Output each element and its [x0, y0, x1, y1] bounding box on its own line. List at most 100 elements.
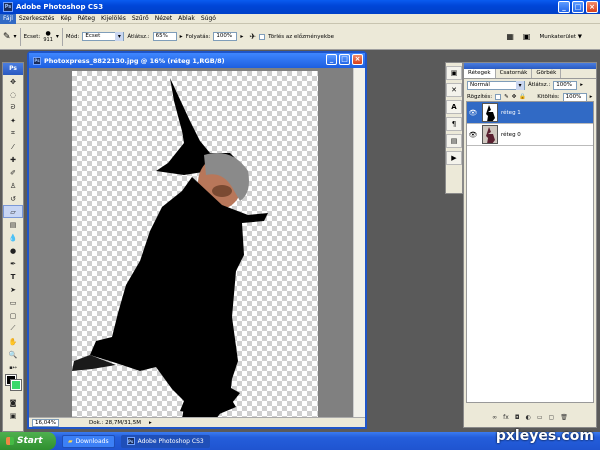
- move-tool-icon[interactable]: ✥: [3, 75, 23, 88]
- magic-wand-tool-icon[interactable]: ✦: [3, 114, 23, 127]
- menu-layer[interactable]: Réteg: [75, 14, 98, 24]
- hand-tool-icon[interactable]: ✋: [3, 335, 23, 348]
- menu-filter[interactable]: Szűrő: [129, 14, 152, 24]
- visibility-eye-icon[interactable]: 👁: [467, 131, 479, 139]
- doc-maximize-button[interactable]: □: [339, 54, 350, 65]
- blur-tool-icon[interactable]: 💧: [3, 231, 23, 244]
- history-brush-tool-icon[interactable]: ↺: [3, 192, 23, 205]
- layer-opacity-slider-icon[interactable]: ▸: [580, 82, 583, 88]
- adjustment-layer-icon[interactable]: ◐: [526, 414, 531, 424]
- lock-pixels-icon[interactable]: ✎: [504, 94, 509, 100]
- default-colors-icon[interactable]: ▪↔: [3, 361, 23, 374]
- lock-all-icon[interactable]: 🔒: [519, 94, 526, 100]
- menu-select[interactable]: Kijelölés: [98, 14, 129, 24]
- history-icon[interactable]: ▤: [446, 134, 462, 148]
- tool-preset-dropdown[interactable]: ▾: [14, 33, 17, 40]
- layer-row-0[interactable]: 👁 réteg 0: [467, 124, 593, 146]
- taskbar-item-downloads[interactable]: ▰ Downloads: [62, 434, 115, 448]
- layer-mask-icon[interactable]: ◘: [515, 414, 520, 424]
- eraser-tool-icon[interactable]: ▱: [3, 205, 23, 218]
- pen-tool-icon[interactable]: ✒: [3, 257, 23, 270]
- notes-tool-icon[interactable]: ▢: [3, 309, 23, 322]
- doc-close-button[interactable]: ×: [352, 54, 363, 65]
- delete-layer-icon[interactable]: 🗑: [560, 414, 568, 424]
- document-info: Dok.: 28,7M/31,5M: [88, 419, 141, 426]
- menu-file[interactable]: Fájl: [0, 13, 16, 24]
- close-button[interactable]: ×: [586, 1, 598, 13]
- menu-view[interactable]: Nézet: [152, 14, 175, 24]
- workspace-button[interactable]: Munkaterület ▼: [539, 34, 582, 40]
- eyedropper-tool-icon[interactable]: ⟋: [3, 322, 23, 335]
- tab-layers[interactable]: Rétegek: [464, 69, 496, 78]
- slice-tool-icon[interactable]: ⁄: [3, 140, 23, 153]
- witch-thumbnail-icon: [486, 105, 495, 121]
- maximize-button[interactable]: □: [572, 1, 584, 13]
- bridge-icon[interactable]: ▣: [523, 32, 531, 41]
- erase-to-history-checkbox[interactable]: [259, 33, 266, 40]
- new-layer-icon[interactable]: ▢: [549, 414, 555, 424]
- link-layers-icon[interactable]: ∞: [492, 414, 497, 424]
- flow-input[interactable]: 100%: [213, 32, 238, 41]
- menu-image[interactable]: Kép: [57, 14, 74, 24]
- new-group-icon[interactable]: ▭: [537, 414, 543, 424]
- crop-tool-icon[interactable]: ⌗: [3, 127, 23, 140]
- clone-stamp-tool-icon[interactable]: ♙: [3, 179, 23, 192]
- canvas-area[interactable]: [29, 68, 365, 420]
- flow-label: Folyatás:: [185, 33, 211, 40]
- fill-slider-icon[interactable]: ▸: [590, 94, 593, 100]
- start-label: Start: [17, 436, 43, 446]
- menu-help[interactable]: Súgó: [198, 14, 219, 24]
- path-selection-tool-icon[interactable]: ➤: [3, 283, 23, 296]
- zoom-level-input[interactable]: 16,04%: [32, 418, 59, 427]
- doc-minimize-button[interactable]: _: [326, 54, 337, 65]
- navigator-icon[interactable]: ▣: [446, 66, 462, 80]
- vertical-scrollbar[interactable]: [353, 68, 365, 420]
- tools-options-icon[interactable]: ✕: [446, 83, 462, 97]
- minimize-button[interactable]: _: [558, 1, 570, 13]
- lasso-tool-icon[interactable]: ᘐ: [3, 101, 23, 114]
- quick-mask-icon[interactable]: ◙: [3, 396, 23, 409]
- start-button[interactable]: Start: [0, 432, 56, 450]
- layer-thumbnail: [482, 125, 498, 144]
- brush-tool-icon[interactable]: ✐: [3, 166, 23, 179]
- status-menu-arrow-icon[interactable]: ▸: [149, 420, 152, 426]
- brush-dropdown-icon[interactable]: ▾: [56, 33, 59, 40]
- flow-slider-icon[interactable]: ▸: [240, 33, 243, 40]
- opacity-slider-icon[interactable]: ▸: [180, 33, 183, 40]
- lock-position-icon[interactable]: ✥: [512, 94, 517, 100]
- watermark: pxleyes.com: [495, 428, 594, 444]
- transparent-canvas[interactable]: [72, 71, 318, 420]
- lock-label: Rögzítés:: [467, 94, 493, 100]
- tab-paths[interactable]: Görbék: [532, 69, 562, 78]
- menu-window[interactable]: Ablak: [175, 14, 198, 24]
- layer-style-icon[interactable]: fx: [503, 414, 509, 424]
- blend-mode-select[interactable]: Normál: [467, 80, 525, 90]
- lock-transparency-checkbox[interactable]: [495, 94, 502, 100]
- mode-select[interactable]: Ecset: [82, 32, 125, 41]
- eraser-tool-icon[interactable]: ✎: [3, 32, 11, 42]
- layer-row-1[interactable]: 👁 réteg 1: [467, 102, 593, 124]
- brush-label: Ecset:: [23, 33, 41, 40]
- marquee-tool-icon[interactable]: ◌: [3, 88, 23, 101]
- taskbar-item-photoshop[interactable]: Ps Adobe Photoshop CS3: [120, 434, 210, 448]
- screen-mode-icon[interactable]: ▣: [3, 409, 23, 422]
- opacity-input[interactable]: 65%: [152, 32, 177, 41]
- gradient-tool-icon[interactable]: ▤: [3, 218, 23, 231]
- airbrush-icon[interactable]: ✈: [249, 32, 256, 41]
- palette-well-icon[interactable]: ▦: [506, 32, 514, 41]
- tab-channels[interactable]: Csatornák: [496, 69, 533, 78]
- document-title-bar[interactable]: Ps Photoxpress_8822130.jpg @ 16% (réteg …: [29, 53, 365, 68]
- actions-icon[interactable]: ▶: [446, 151, 462, 165]
- dodge-tool-icon[interactable]: ●: [3, 244, 23, 257]
- brush-picker[interactable]: ● 911: [43, 30, 53, 43]
- character-icon[interactable]: A: [446, 100, 462, 114]
- paragraph-icon[interactable]: ¶: [446, 117, 462, 131]
- layer-opacity-input[interactable]: 100%: [553, 80, 578, 90]
- shape-tool-icon[interactable]: ▭: [3, 296, 23, 309]
- menu-edit[interactable]: Szerkesztés: [16, 14, 58, 24]
- zoom-tool-icon[interactable]: 🔍: [3, 348, 23, 361]
- visibility-eye-icon[interactable]: 👁: [467, 109, 479, 117]
- background-color-swatch[interactable]: [10, 379, 22, 391]
- healing-brush-tool-icon[interactable]: ✚: [3, 153, 23, 166]
- type-tool-icon[interactable]: T: [3, 270, 23, 283]
